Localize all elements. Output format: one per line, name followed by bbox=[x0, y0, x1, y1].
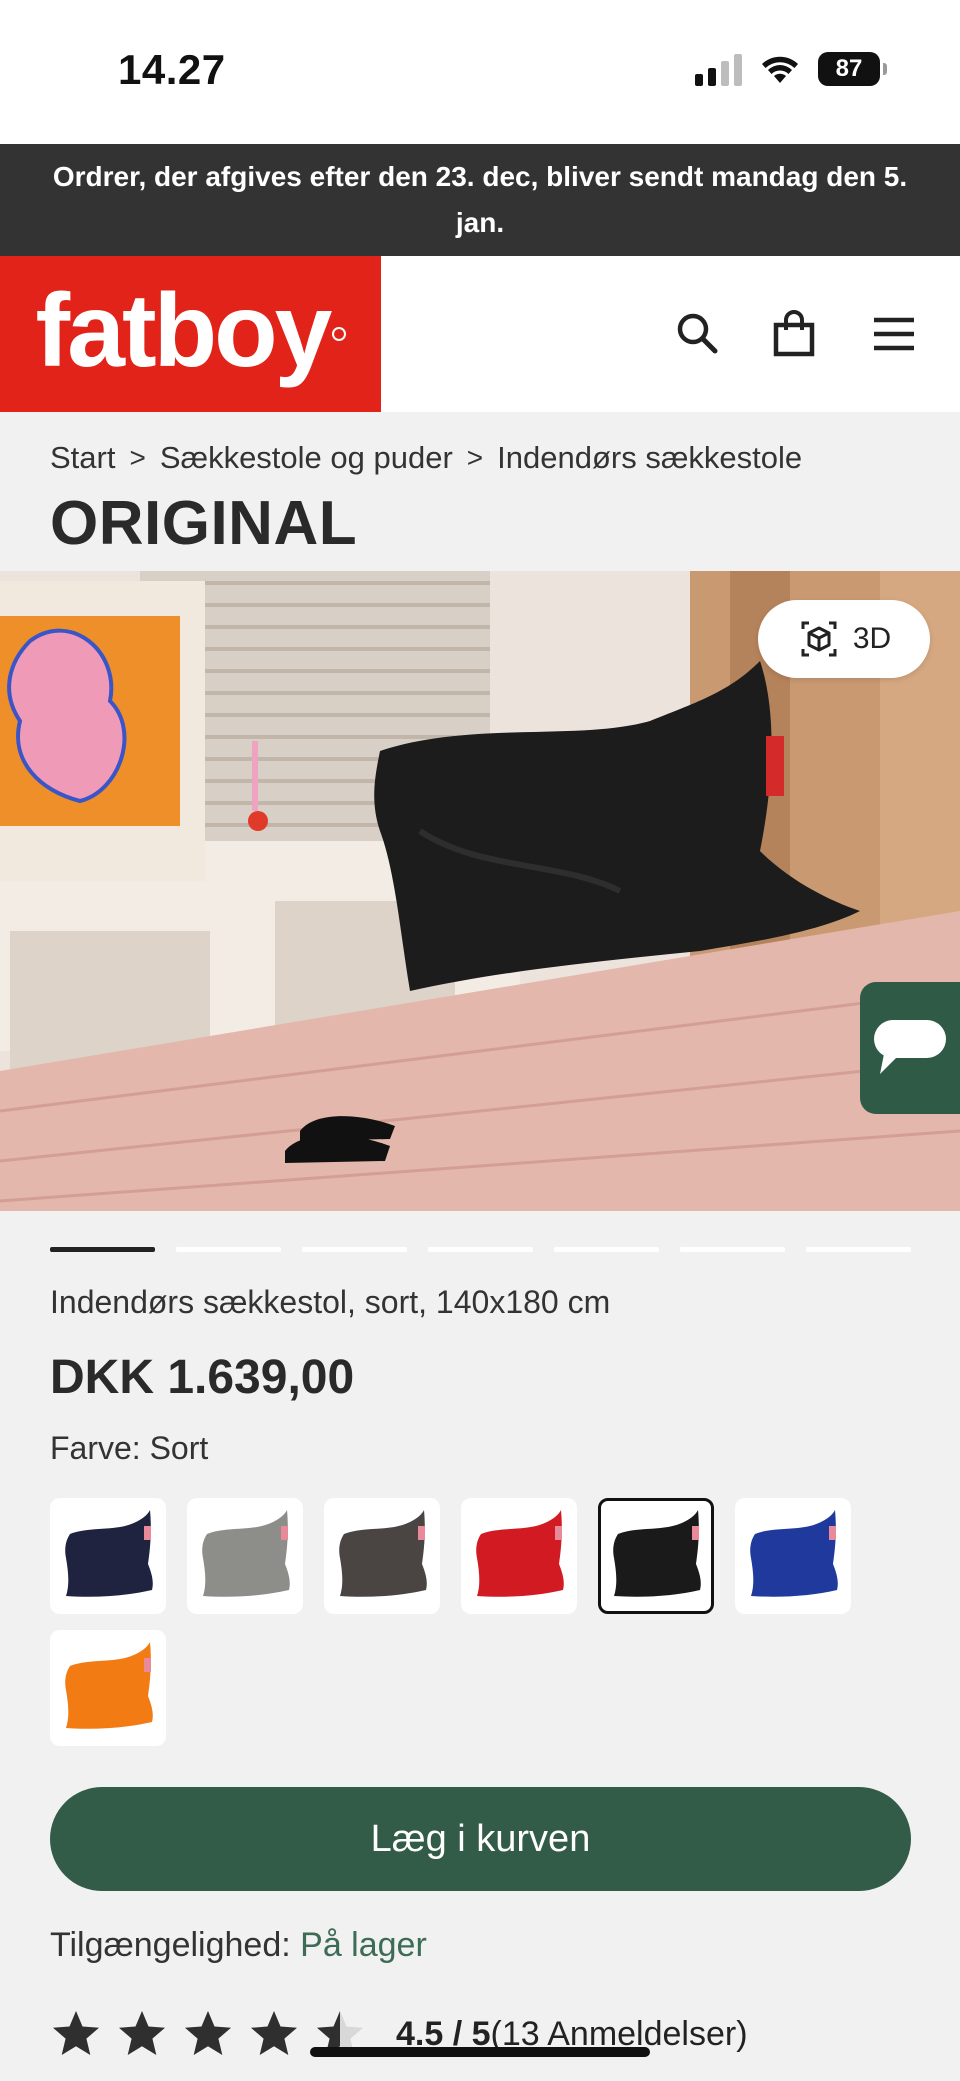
battery-icon: 87 bbox=[818, 52, 887, 86]
gallery-dot[interactable] bbox=[554, 1247, 659, 1252]
logo-text: fatboy bbox=[35, 273, 333, 389]
swatch-grey[interactable] bbox=[187, 1498, 303, 1614]
view-3d-label: 3D bbox=[852, 622, 892, 655]
beanbag-thumbnail-icon bbox=[339, 1510, 427, 1597]
breadcrumb: Start > Sækkestole og puder > Indendørs … bbox=[50, 440, 802, 476]
gallery-dot[interactable] bbox=[302, 1247, 407, 1252]
search-icon[interactable] bbox=[670, 306, 726, 362]
chevron-right-icon: > bbox=[129, 442, 146, 473]
site-header: fatboy bbox=[0, 256, 960, 412]
gallery-dot[interactable] bbox=[176, 1247, 281, 1252]
swatch-dark-grey[interactable] bbox=[324, 1498, 440, 1614]
status-icons: 87 bbox=[695, 52, 887, 86]
product-price: DKK 1.639,00 bbox=[50, 1351, 355, 1404]
gallery-dot[interactable] bbox=[806, 1247, 911, 1252]
beanbag-thumbnail-icon bbox=[65, 1642, 153, 1729]
beanbag-thumbnail-icon bbox=[613, 1510, 701, 1597]
status-bar: 14.27 87 bbox=[0, 0, 960, 144]
battery-level: 87 bbox=[835, 55, 863, 82]
swatch-black[interactable] bbox=[598, 1498, 714, 1614]
chat-bubble-icon bbox=[874, 1020, 946, 1074]
beanbag-thumbnail-icon bbox=[750, 1510, 838, 1597]
color-label: Farve: Sort bbox=[50, 1430, 209, 1466]
star-icon bbox=[251, 2011, 297, 2055]
registered-mark-icon bbox=[331, 327, 346, 341]
availability-value: På lager bbox=[300, 1926, 427, 1964]
swatch-dark-blue[interactable] bbox=[50, 1498, 166, 1614]
announcement-text: Ordrer, der afgives efter den 23. dec, b… bbox=[52, 161, 908, 238]
product-image[interactable]: 3D bbox=[0, 571, 960, 1211]
add-to-cart-button[interactable]: Læg i kurven bbox=[50, 1787, 911, 1891]
breadcrumb-item-subcategory[interactable]: Indendørs sækkestole bbox=[497, 440, 802, 476]
star-icon bbox=[185, 2011, 231, 2055]
beanbag-thumbnail-icon bbox=[476, 1510, 564, 1597]
availability: Tilgængelighed: På lager bbox=[50, 1926, 427, 1965]
swatch-red[interactable] bbox=[461, 1498, 577, 1614]
menu-icon[interactable] bbox=[866, 306, 922, 362]
star-icon bbox=[53, 2011, 99, 2055]
star-icon bbox=[119, 2011, 165, 2055]
breadcrumb-item-start[interactable]: Start bbox=[50, 440, 115, 476]
status-time: 14.27 bbox=[118, 46, 226, 93]
product-subtitle: Indendørs sækkestol, sort, 140x180 cm bbox=[50, 1284, 611, 1320]
page-title: ORIGINAL bbox=[50, 489, 358, 558]
chat-button[interactable] bbox=[860, 982, 960, 1114]
announcement-bar: Ordrer, der afgives efter den 23. dec, b… bbox=[0, 144, 960, 256]
beanbag-thumbnail-icon bbox=[65, 1510, 153, 1597]
bag-icon[interactable] bbox=[766, 306, 822, 362]
wifi-icon bbox=[762, 56, 798, 83]
swatch-orange[interactable] bbox=[50, 1630, 166, 1746]
availability-label: Tilgængelighed: bbox=[50, 1926, 291, 1964]
breadcrumb-item-category[interactable]: Sækkestole og puder bbox=[160, 440, 453, 476]
beanbag-thumbnail-icon bbox=[202, 1510, 290, 1597]
cube-3d-icon bbox=[801, 621, 837, 657]
logo[interactable]: fatboy bbox=[0, 256, 381, 412]
gallery-pager bbox=[50, 1247, 911, 1252]
chevron-right-icon: > bbox=[466, 442, 484, 473]
home-indicator bbox=[310, 2047, 650, 2057]
gallery-dot[interactable] bbox=[680, 1247, 785, 1252]
gallery-dot[interactable] bbox=[50, 1247, 155, 1252]
gallery-dot[interactable] bbox=[428, 1247, 533, 1252]
swatch-cobalt-blue[interactable] bbox=[735, 1498, 851, 1614]
signal-icon bbox=[695, 52, 742, 86]
view-3d-button[interactable]: 3D bbox=[758, 600, 930, 678]
